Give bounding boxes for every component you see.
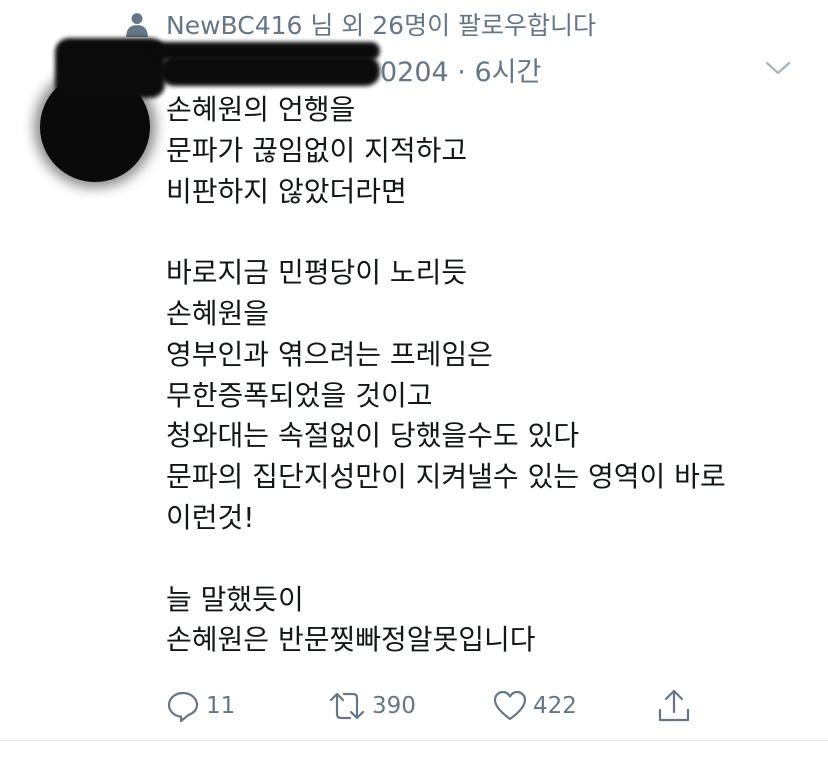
share-button[interactable] xyxy=(656,686,692,726)
tweet-text-line: 손혜원의 언행을 xyxy=(166,93,356,126)
redacted-username xyxy=(160,56,380,86)
retweet-count: 390 xyxy=(372,693,416,719)
person-icon xyxy=(126,13,148,37)
tweet-meta: 0204 · 6시간 xyxy=(380,57,542,88)
tweet-text-line: 손혜원을 xyxy=(166,296,270,330)
reply-button[interactable]: 11 xyxy=(166,686,235,726)
tweet-text-line: 이런것! xyxy=(166,500,255,534)
tweet-text-line: 비판하지 않았더라면 xyxy=(166,174,407,208)
share-icon xyxy=(658,689,690,722)
tweet-text-line: 청와대는 속절없이 당했을수도 있다 xyxy=(166,419,580,453)
reply-count: 11 xyxy=(206,693,236,719)
like-button[interactable]: 422 xyxy=(493,686,577,726)
tweet-text: 손혜원의 언행을문파가 끊임없이 지적하고비판하지 않았더라면바로지금 민평당이… xyxy=(166,90,786,661)
retweet-icon xyxy=(329,692,365,720)
chevron-down-icon[interactable] xyxy=(764,58,792,78)
tweet-text-line: 영부인과 엮으려는 프레임은 xyxy=(166,337,493,371)
tweet-text-line: 문파의 집단지성만이 지켜낼수 있는 영역이 바로 xyxy=(166,460,726,494)
divider xyxy=(0,740,828,741)
tweet-text-line: 문파가 끊임없이 지적하고 xyxy=(166,133,468,167)
tweet-actions: 11 390 422 xyxy=(166,686,726,726)
like-count: 422 xyxy=(533,693,577,719)
retweet-button[interactable]: 390 xyxy=(328,686,416,726)
social-context[interactable]: NewBC416 님 외 26명이 팔로우합니다 xyxy=(124,6,596,42)
tweet-text-line: 무한증폭되었을 것이고 xyxy=(166,378,433,412)
social-context-text: NewBC416 님 외 26명이 팔로우합니다 xyxy=(166,11,597,40)
tweet-text-line: 늘 말했듯이 xyxy=(166,582,304,616)
tweet-text-line: 손혜원은 반문찢빠정알못입니다 xyxy=(166,623,536,657)
redacted-username xyxy=(55,38,165,98)
reply-icon xyxy=(167,691,199,723)
heart-icon xyxy=(493,690,527,721)
tweet-text-line: 바로지금 민평당이 노리듯 xyxy=(166,256,468,290)
tweet-screen: NewBC416 님 외 26명이 팔로우합니다 0204 · 6시간 손혜원의… xyxy=(0,0,828,767)
